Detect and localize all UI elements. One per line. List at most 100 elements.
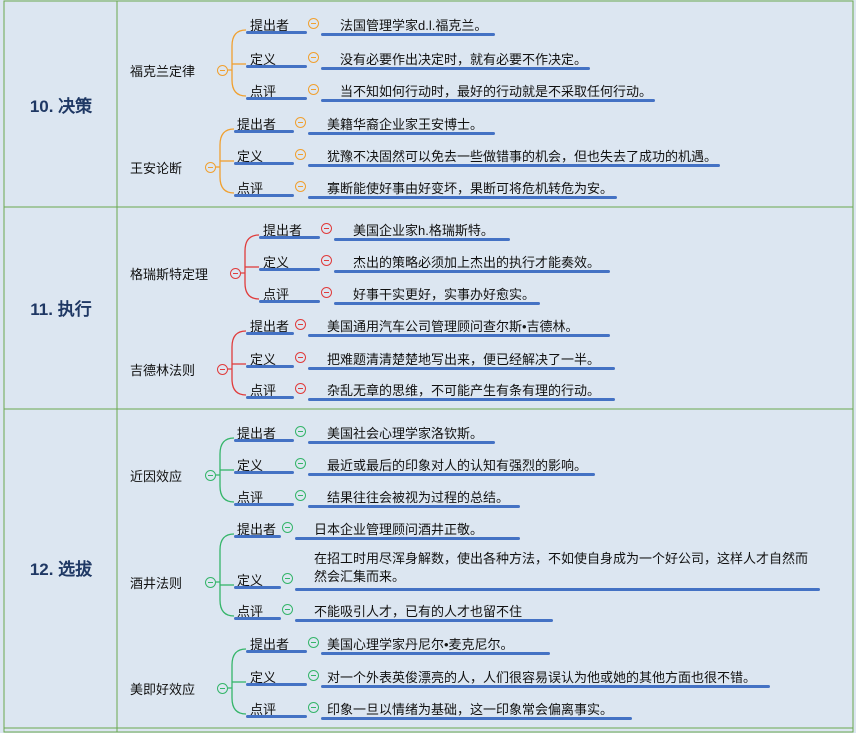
collapse-icon[interactable]	[295, 117, 306, 128]
text-underline	[295, 619, 553, 622]
label-underline	[246, 650, 307, 653]
text-underline	[321, 685, 770, 688]
item-text: 没有必要作出决定时，就有必要不作决定。	[340, 52, 588, 67]
text-underline	[321, 717, 632, 720]
label-underline	[246, 97, 307, 100]
text-underline	[308, 334, 610, 337]
collapse-icon[interactable]	[230, 268, 241, 279]
label-underline	[246, 715, 307, 718]
item-text: 杂乱无章的思维，不可能产生有条有理的行动。	[327, 383, 601, 398]
label-underline	[246, 365, 294, 368]
collapse-icon[interactable]	[308, 702, 319, 713]
text-underline	[308, 132, 495, 135]
law-name: 王安论断	[130, 161, 183, 176]
collapse-icon[interactable]	[321, 255, 332, 266]
collapse-icon[interactable]	[217, 683, 228, 694]
law-name: 福克兰定律	[130, 64, 196, 79]
collapse-icon[interactable]	[308, 52, 319, 63]
collapse-icon[interactable]	[205, 162, 216, 173]
collapse-icon[interactable]	[217, 65, 228, 76]
text-underline	[321, 33, 495, 36]
label-underline	[234, 471, 294, 474]
text-underline	[308, 473, 595, 476]
collapse-icon[interactable]	[308, 670, 319, 681]
text-underline	[308, 398, 615, 401]
item-text: 寡断能使好事由好变坏，果断可将危机转危为安。	[327, 181, 614, 196]
collapse-icon[interactable]	[295, 490, 306, 501]
item-text: 好事干实更好，实事办好愈实。	[353, 287, 536, 302]
label-underline	[259, 300, 320, 303]
collapse-icon[interactable]	[205, 577, 216, 588]
collapse-icon[interactable]	[308, 84, 319, 95]
item-text: 在招工时用尽浑身解数，使出各种方法，不如使自身成为一个好公司，这样人才自然而然会…	[314, 551, 809, 584]
label-underline	[246, 396, 294, 399]
label-underline	[234, 535, 281, 538]
collapse-icon[interactable]	[205, 470, 216, 481]
collapse-icon[interactable]	[295, 426, 306, 437]
text-underline	[308, 505, 520, 508]
collapse-icon[interactable]	[282, 573, 293, 584]
collapse-icon[interactable]	[295, 352, 306, 363]
label-underline	[246, 332, 294, 335]
item-text: 犹豫不决固然可以免去一些做错事的机会，但也失去了成功的机遇。	[327, 149, 718, 164]
collapse-icon[interactable]	[321, 223, 332, 234]
text-underline	[308, 196, 617, 199]
collapse-icon[interactable]	[308, 637, 319, 648]
item-text: 杰出的策略必须加上杰出的执行才能奏效。	[353, 255, 601, 270]
collapse-icon[interactable]	[295, 319, 306, 330]
item-text: 不能吸引人才，已有的人才也留不住	[314, 604, 523, 619]
collapse-icon[interactable]	[282, 604, 293, 615]
collapse-icon[interactable]	[321, 287, 332, 298]
branch-bracket	[228, 29, 247, 97]
text-underline	[308, 367, 615, 370]
text-underline	[308, 164, 720, 167]
text-underline	[321, 652, 550, 655]
label-underline	[259, 236, 320, 239]
branch-bracket	[228, 330, 247, 396]
text-underline	[295, 537, 520, 540]
label-underline	[246, 65, 307, 68]
section-title-decision: 10. 决策	[29, 97, 93, 116]
text-underline	[295, 588, 820, 591]
item-text: 日本企业管理顾问酒井正敬。	[314, 522, 484, 537]
label-underline	[246, 683, 307, 686]
label-underline	[234, 162, 294, 165]
item-text: 当不知如何行动时，最好的行动就是不采取任何行动。	[340, 84, 653, 99]
section-title-execution: 11. 执行	[30, 300, 92, 319]
branch-bracket	[216, 533, 235, 617]
law-name: 近因效应	[130, 469, 183, 484]
law-name: 美即好效应	[130, 682, 196, 697]
item-text: 美国心理学家丹尼尔•麦克尼尔。	[327, 637, 514, 652]
item-text: 把难题清清楚楚地写出来，便已经解决了一半。	[327, 352, 601, 367]
text-underline	[334, 238, 510, 241]
item-text: 法国管理学家d.l.福克兰。	[340, 18, 488, 33]
label-underline	[234, 130, 294, 133]
collapse-icon[interactable]	[295, 383, 306, 394]
law-name: 吉德林法则	[130, 363, 196, 378]
collapse-icon[interactable]	[308, 18, 319, 29]
label-underline	[234, 194, 294, 197]
text-underline	[308, 441, 495, 444]
mind-map-canvas: 10. 决策 福克兰定律 提出者 法国管理学家d.l.福克兰。 定义 没有必要作出决定时，…	[0, 0, 856, 733]
item-text: 结果往往会被视为过程的总结。	[327, 490, 510, 505]
item-text: 对一个外表英俊漂亮的人，人们很容易误认为他或她的其他方面也很不错。	[327, 670, 757, 685]
item-text: 美国社会心理学家洛钦斯。	[327, 426, 484, 441]
law-name: 格瑞斯特定理	[130, 267, 209, 282]
label-underline	[246, 31, 307, 34]
item-text: 最近或最后的印象对人的认知有强烈的影响。	[327, 458, 588, 473]
label-underline	[234, 439, 294, 442]
collapse-icon[interactable]	[282, 522, 293, 533]
item-text: 美国通用汽车公司管理顾问查尔斯•吉德林。	[327, 319, 579, 334]
collapse-icon[interactable]	[295, 149, 306, 160]
collapse-icon[interactable]	[217, 364, 228, 375]
law-name: 酒井法则	[130, 576, 183, 591]
collapse-icon[interactable]	[295, 458, 306, 469]
text-underline	[334, 270, 610, 273]
text-underline	[321, 67, 590, 70]
label-underline	[234, 617, 281, 620]
label-underline	[259, 268, 320, 271]
item-text: 印象一旦以情绪为基础，这一印象常会偏离事实。	[327, 702, 614, 717]
text-underline	[334, 302, 540, 305]
collapse-icon[interactable]	[295, 181, 306, 192]
section-title-selection: 12. 选拔	[29, 560, 93, 579]
